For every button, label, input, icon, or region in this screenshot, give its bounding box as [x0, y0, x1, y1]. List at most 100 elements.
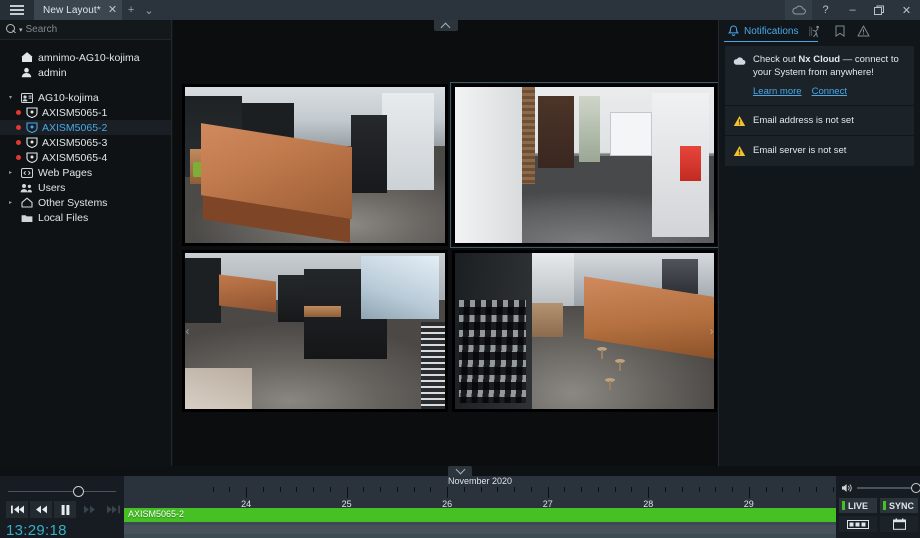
video-stage: ‹ ›: [173, 20, 719, 466]
timeline-panel: 13:29:18 November 2020 24252627282930 AX…: [0, 464, 920, 538]
timeline-minor-tick: [396, 487, 398, 492]
camera-video-4: [454, 253, 714, 409]
tree-item-camera-axism5065-3[interactable]: AXISM5065-3: [0, 135, 171, 150]
camera-tile-2[interactable]: [449, 82, 719, 248]
chevron-left-icon[interactable]: ‹: [182, 321, 193, 341]
speed-slider[interactable]: [8, 486, 116, 497]
sync-button[interactable]: SYNC: [880, 498, 918, 513]
server-icon: [20, 92, 33, 104]
main-menu-icon[interactable]: [0, 0, 34, 20]
live-button[interactable]: LIVE: [839, 498, 877, 513]
volume-icon[interactable]: [840, 482, 853, 495]
notification-nx-cloud[interactable]: Check out Nx Cloud — connect to your Sys…: [725, 46, 914, 105]
tree-item-camera-axism5065-2[interactable]: AXISM5065-2: [0, 120, 171, 135]
connect-link[interactable]: Connect: [812, 86, 847, 97]
restore-button[interactable]: [866, 0, 893, 20]
camera-tile-4[interactable]: ›: [451, 250, 717, 412]
pause-button[interactable]: [54, 501, 76, 518]
video-frame: [454, 253, 714, 409]
tree-item-label: AXISM5065-1: [42, 106, 108, 119]
thumbnails-button[interactable]: [839, 516, 877, 532]
timeline-minor-tick: [463, 487, 465, 492]
chevron-down-icon[interactable]: ⌄: [140, 0, 158, 20]
notification-text: Email server is not set: [753, 145, 847, 157]
timeline-minor-tick: [363, 487, 365, 492]
notification-email-server[interactable]: Email server is not set: [725, 136, 914, 166]
chevron-right-icon[interactable]: ›: [706, 321, 717, 341]
collapse-timeline-button[interactable]: [448, 464, 472, 476]
tree-item-system[interactable]: ▸ amnimo-AG10-kojima: [0, 50, 171, 65]
active-tab-underline: [724, 40, 818, 42]
camera-tile-3[interactable]: ‹: [182, 250, 448, 412]
webpage-icon: [20, 167, 33, 179]
notification-email-address[interactable]: Email address is not set: [725, 105, 914, 136]
timeline-minor-tick: [530, 487, 532, 492]
timeline-minor-tick: [430, 487, 432, 492]
chevron-right-icon[interactable]: ▸: [6, 169, 15, 176]
timeline-minor-tick: [497, 487, 499, 492]
tree-item-user[interactable]: ▸ admin: [0, 65, 171, 80]
timeline-minor-tick: [581, 487, 583, 492]
timeline-minor-tick: [514, 487, 516, 492]
users-icon: [20, 182, 33, 194]
rewind-button[interactable]: [30, 501, 52, 518]
chevron-right-icon[interactable]: ▸: [6, 199, 15, 206]
timeline-minor-tick: [413, 487, 415, 492]
close-icon[interactable]: ✕: [108, 4, 117, 16]
warning-icon: [733, 145, 746, 158]
timeline-chunk-label: AXISM5065-2: [128, 509, 185, 519]
recording-status-icon: [16, 110, 21, 115]
search-input[interactable]: ▾ Search: [0, 20, 171, 40]
collapse-titlebar-button[interactable]: [433, 20, 458, 32]
camera-tile-1[interactable]: [182, 84, 448, 246]
timeline-ruler[interactable]: November 2020 24252627282930: [124, 476, 854, 509]
timeline-minor-tick: [564, 487, 566, 492]
timeline-minor-tick: [665, 487, 666, 492]
timeline-major-tick: [547, 487, 549, 498]
chevron-down-icon[interactable]: ▾: [19, 26, 23, 34]
video-frame: [454, 87, 714, 243]
cloud-icon[interactable]: [785, 0, 812, 20]
chevron-down-icon[interactable]: ▾: [6, 94, 15, 101]
window-close-button[interactable]: ✕: [893, 0, 920, 20]
timeline-month-label: November 2020: [447, 476, 513, 486]
camera-icon: [25, 107, 38, 119]
timeline-minor-tick: [480, 487, 482, 492]
tree-item-users[interactable]: ▸ Users: [0, 180, 171, 195]
tree-item-web-pages[interactable]: ▸ Web Pages: [0, 165, 171, 180]
timeline-major-tick: [346, 487, 348, 498]
learn-more-link[interactable]: Learn more: [753, 86, 802, 97]
timeline-chunk-row[interactable]: AXISM5065-2: [124, 508, 836, 522]
timeline-minor-tick: [262, 487, 264, 492]
sync-indicator: [883, 501, 886, 510]
minimize-button[interactable]: –: [839, 0, 866, 20]
jump-back-button[interactable]: [6, 501, 28, 518]
bookmark-icon[interactable]: [833, 25, 846, 38]
volume-slider-knob[interactable]: [911, 482, 920, 493]
add-tab-button[interactable]: +: [122, 0, 140, 20]
camera-icon: [25, 137, 38, 149]
tree-item-label: Users: [38, 181, 66, 194]
tree-item-camera-axism5065-1[interactable]: AXISM5065-1: [0, 105, 171, 120]
timeline-scrollbar[interactable]: [124, 522, 920, 538]
calendar-button[interactable]: [880, 516, 918, 532]
motion-icon[interactable]: [809, 25, 822, 38]
alert-icon[interactable]: [857, 25, 870, 38]
help-button[interactable]: ?: [812, 0, 839, 20]
jump-forward-button[interactable]: [102, 501, 124, 518]
tree-item-label: AXISM5065-2: [42, 121, 108, 134]
timeline-scrollbar-thumb[interactable]: [124, 525, 920, 534]
tree-item-local-files[interactable]: ▸ Local Files: [0, 210, 171, 225]
layout-tab-new-layout[interactable]: New Layout* ✕: [34, 0, 123, 20]
volume-slider[interactable]: [840, 482, 920, 495]
tab-notifications[interactable]: Notifications: [727, 25, 798, 38]
speed-slider-knob[interactable]: [73, 486, 84, 497]
tree-item-other-systems[interactable]: ▸ Other Systems: [0, 195, 171, 210]
timeline-minor-tick: [279, 487, 281, 492]
tree-item-server-ag10-kojima[interactable]: ▾ AG10-kojima: [0, 90, 171, 105]
timeline-major-tick: [246, 487, 248, 498]
recording-status-icon: [16, 140, 21, 145]
live-button-label: LIVE: [848, 500, 869, 511]
fast-forward-button[interactable]: [78, 501, 100, 518]
tree-item-camera-axism5065-4[interactable]: AXISM5065-4: [0, 150, 171, 165]
